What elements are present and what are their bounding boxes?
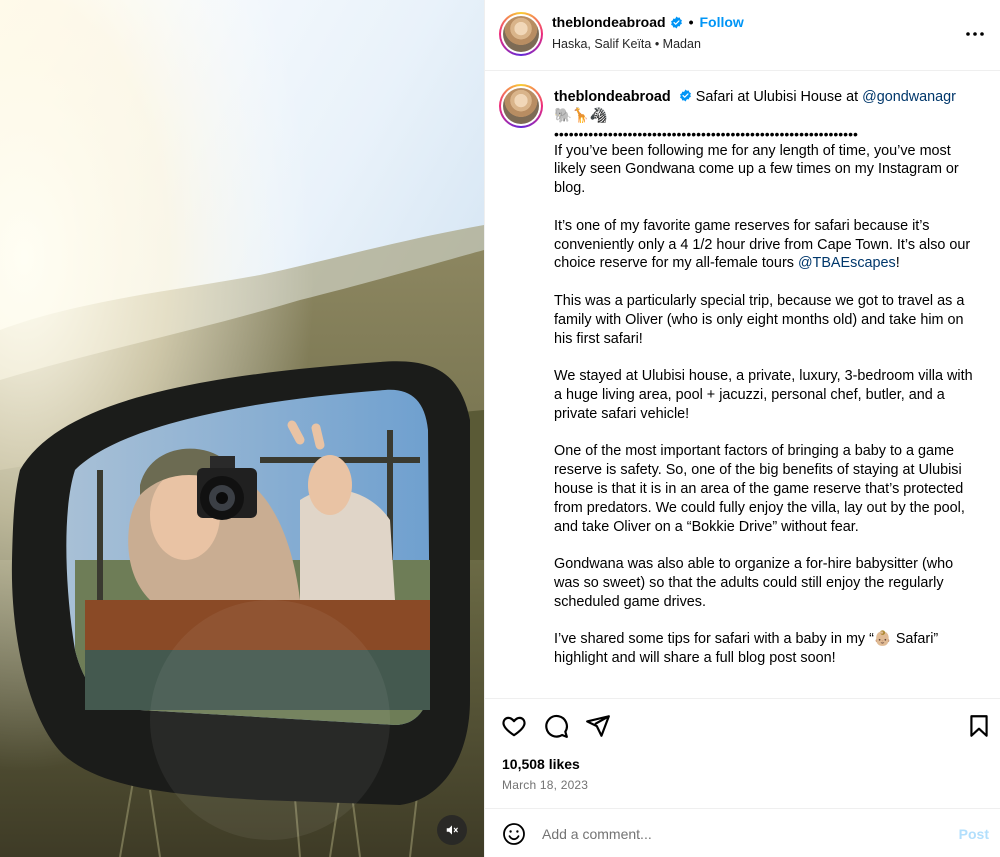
caption-divider: ••••••••••••••••••••••••••••••••••••••••… — [554, 127, 858, 142]
caption-paragraph-5: One of the most important factors of bri… — [554, 443, 965, 535]
caption-emoji-line: 🐘🦒🦓 — [554, 107, 608, 124]
more-options-icon[interactable] — [963, 22, 987, 46]
verified-badge-icon — [679, 89, 691, 102]
caption-paragraph-6: Gondwana was also able to organize a for… — [554, 556, 954, 610]
caption-section: theblondeabroad Safari at Ulubisi House … — [485, 72, 1000, 698]
post-header: theblondeabroad • Follow Haska, Salif Ke… — [485, 0, 1000, 71]
caption-paragraph-2-text: It’s one of my favorite game reserves fo… — [554, 217, 971, 272]
post-details-panel: theblondeabroad • Follow Haska, Salif Ke… — [484, 0, 1000, 857]
caption-paragraph-2: It’s one of my favorite game reserves fo… — [554, 217, 982, 273]
caption-paragraph-1: If you’ve been following me for any leng… — [554, 142, 959, 197]
mention-link-gondwana[interactable]: @gondwanagr — [862, 89, 956, 105]
verified-badge-icon — [670, 16, 682, 28]
speaker-muted-icon — [446, 825, 458, 835]
caption-username[interactable]: theblondeabroad — [554, 89, 671, 105]
comment-input[interactable] — [542, 821, 932, 847]
caption-paragraph-2-end: ! — [895, 255, 900, 272]
author-username[interactable]: theblondeabroad — [552, 14, 666, 30]
mention-link-tbaescapes[interactable]: @TBAEscapes — [798, 255, 896, 271]
heart-icon[interactable] — [501, 713, 527, 739]
post-date[interactable]: March 18, 2023 — [502, 778, 588, 792]
share-icon[interactable] — [585, 713, 611, 739]
author-row: theblondeabroad • Follow — [552, 14, 744, 30]
post-comment-button[interactable]: Post — [959, 826, 989, 842]
caption-paragraph-3: This was a particularly special trip, be… — [554, 292, 965, 347]
separator-dot: • — [688, 14, 694, 30]
emoji-icon[interactable] — [502, 822, 526, 846]
author-avatar[interactable] — [499, 12, 543, 56]
comment-icon[interactable] — [543, 713, 569, 739]
caption-first-line: theblondeabroad Safari at Ulubisi House … — [554, 88, 982, 107]
follow-button[interactable]: Follow — [699, 14, 743, 30]
caption-text: theblondeabroad Safari at Ulubisi House … — [554, 88, 982, 668]
bookmark-icon[interactable] — [966, 713, 992, 739]
caption-author-avatar[interactable] — [499, 84, 543, 128]
caption-paragraph-7: I’ve shared some tips for safari with a … — [554, 631, 939, 667]
safari-mirror-photo — [0, 0, 484, 857]
caption-paragraph-4: We stayed at Ulubisi house, a private, l… — [554, 368, 973, 422]
mute-toggle-button[interactable] — [437, 815, 467, 845]
caption-title: Safari at Ulubisi House at — [695, 89, 863, 105]
comment-composer: Post — [485, 808, 1000, 857]
audio-attribution[interactable]: Haska, Salif Keïta • Madan — [552, 37, 701, 51]
post-actions: 10,508 likes March 18, 2023 — [485, 698, 1000, 808]
like-count[interactable]: 10,508 likes — [502, 756, 580, 772]
post-media-video[interactable] — [0, 0, 484, 857]
